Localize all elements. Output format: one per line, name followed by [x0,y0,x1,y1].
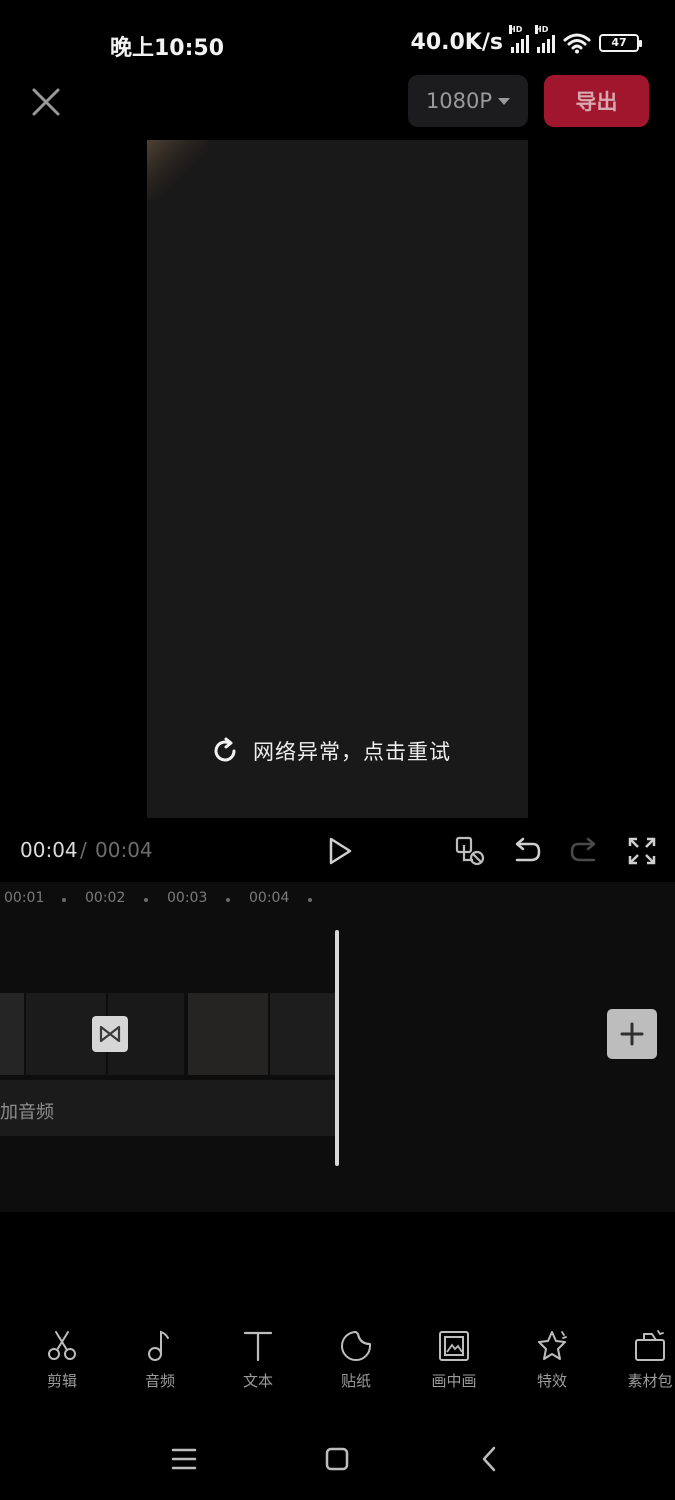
total-time: 00:04 [95,838,153,862]
transition-button[interactable] [92,1016,128,1052]
ruler-tick: 00:04 [249,890,290,906]
resolution-value: 1080P [425,89,493,113]
signal-icon-secondary: HD [535,24,555,53]
toolbar-item-effects[interactable]: 特效 [512,1328,592,1391]
toolbar-item-label: 剪辑 [46,1372,77,1390]
home-icon[interactable] [317,1439,357,1479]
system-navigation-bar [0,1425,675,1500]
ruler-tick: 00:02 [85,890,126,906]
star-effect-icon [538,1331,567,1360]
bottom-toolbar: 剪辑 音频 文本 贴纸 画中画 特效 素材包 [0,1328,675,1398]
signal-hd-badge: HD [509,24,523,34]
ruler-dot [144,898,148,902]
material-pack-icon [635,1330,665,1361]
undo-icon[interactable] [509,834,543,868]
video-editor-screen: 晚上10:50 40.0K/s HD HD 47 1080P 导出 网络异常，点… [0,0,675,1500]
toolbar-item-label: 素材包 [627,1372,673,1390]
toolbar-item-label: 画中画 [431,1372,477,1390]
menu-icon[interactable] [164,1439,204,1479]
add-clip-button[interactable] [607,1009,657,1059]
video-clip-thumbnail[interactable] [270,993,336,1075]
play-icon[interactable] [322,834,356,868]
export-button[interactable]: 导出 [544,75,649,127]
signal-icon: HD [509,24,529,53]
signal-hd-badge-secondary: HD [535,24,549,34]
timeline-ruler: 00:01 00:02 00:03 00:04 [0,890,675,910]
transition-icon [99,1025,121,1043]
ruler-tick: 00:03 [167,890,208,906]
current-time: 00:04 [20,838,78,862]
wifi-icon [563,33,591,53]
music-note-icon [148,1330,169,1361]
video-preview[interactable]: 网络异常，点击重试 [147,140,528,818]
close-icon[interactable] [26,82,66,122]
error-message: 网络异常，点击重试 [253,740,451,764]
plus-icon [620,1022,644,1046]
playhead[interactable] [335,930,339,1166]
redo-icon[interactable] [568,834,602,868]
status-indicators: 40.0K/s HD HD 47 [410,24,642,55]
add-audio-label[interactable]: 加音频 [0,1098,54,1124]
text-icon [243,1331,273,1362]
toolbar-item-label: 音频 [144,1372,175,1390]
picture-in-picture-icon [439,1331,469,1361]
video-clip-thumbnail[interactable] [0,993,24,1075]
sticker-icon [341,1331,371,1361]
toolbar-item-label: 文本 [242,1372,273,1390]
toolbar-item-audio[interactable]: 音频 [120,1328,200,1391]
scissors-icon [48,1331,76,1360]
toolbar-item-material-pack[interactable]: 素材包 [610,1328,675,1391]
network-error-retry[interactable]: 网络异常，点击重试 [211,736,451,766]
battery-indicator: 47 [599,33,642,52]
toolbar-item-text[interactable]: 文本 [218,1328,298,1391]
network-speed: 40.0K/s [410,30,503,55]
preview-frame-highlight [147,140,207,200]
toolbar-item-pip[interactable]: 画中画 [414,1328,494,1391]
keyframe-icon[interactable] [453,834,487,868]
status-time: 晚上10:50 [110,36,225,61]
toolbar-item-label: 贴纸 [340,1372,371,1390]
time-separator: / [80,838,87,862]
toolbar-item-edit[interactable]: 剪辑 [22,1328,102,1391]
video-clip-thumbnail[interactable] [188,993,268,1075]
ruler-dot [308,898,312,902]
ruler-dot [62,898,66,902]
toolbar-item-label: 特效 [536,1372,567,1390]
fullscreen-icon[interactable] [625,834,659,868]
chevron-down-icon [498,97,511,105]
back-icon[interactable] [469,1439,509,1479]
refresh-icon [214,737,236,762]
ruler-tick: 00:01 [4,890,45,906]
resolution-selector[interactable]: 1080P [408,75,528,127]
toolbar-item-sticker[interactable]: 贴纸 [316,1328,396,1391]
ruler-dot [226,898,230,902]
